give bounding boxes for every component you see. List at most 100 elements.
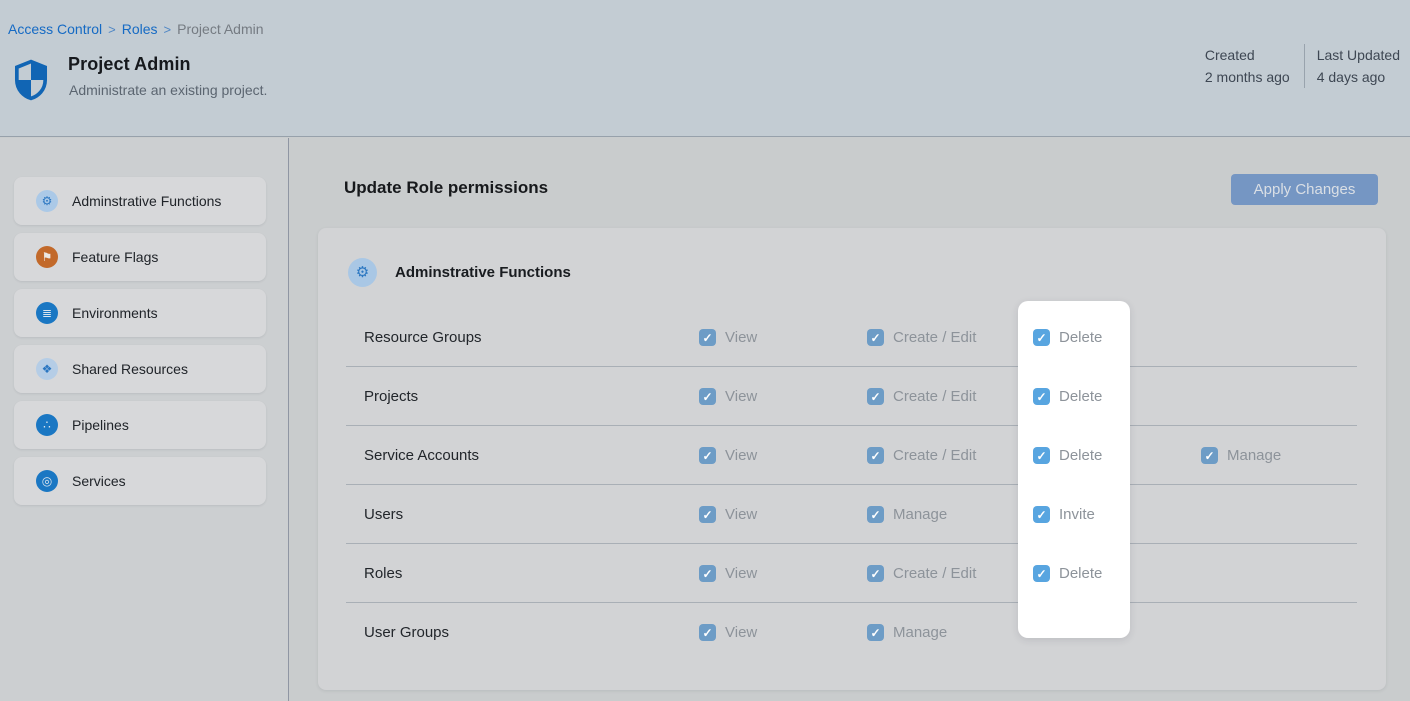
permission-cell: Delete (1033, 426, 1102, 485)
apply-changes-button[interactable]: Apply Changes (1231, 174, 1378, 205)
sidebar-item-environments[interactable]: ≣Environments (14, 289, 266, 337)
permission-label: Create / Edit (893, 388, 976, 405)
permission-cell: View (699, 367, 757, 426)
row-divider (346, 602, 1357, 603)
gear-icon: ⚙ (36, 190, 58, 212)
checkbox-create-edit[interactable] (867, 447, 884, 464)
permission-cell: Create / Edit (867, 426, 976, 485)
checkbox-invite[interactable] (1033, 506, 1050, 523)
permission-cell: Create / Edit (867, 544, 976, 603)
checkbox-delete[interactable] (1033, 329, 1050, 346)
breadcrumb-separator: > (164, 22, 172, 37)
permission-cell: Invite (1033, 485, 1095, 544)
checkbox-view[interactable] (699, 565, 716, 582)
card-title: Adminstrative Functions (395, 264, 571, 281)
permission-cell: Delete (1033, 367, 1102, 426)
sidebar-item-services[interactable]: ◎ Services (14, 457, 266, 505)
table-row-roles: Roles View Create / Edit Delete (318, 544, 1386, 603)
row-divider (346, 543, 1357, 544)
permission-cell: View (699, 603, 757, 662)
permission-label: Delete (1059, 388, 1102, 405)
permission-label: View (725, 329, 757, 346)
row-name: Service Accounts (364, 426, 479, 485)
checkbox-create-edit[interactable] (867, 329, 884, 346)
row-name: Roles (364, 544, 402, 603)
permission-label: Manage (893, 624, 947, 641)
main-content: Update Role permissions Apply Changes ⚙ … (290, 138, 1410, 701)
breadcrumb-item-roles[interactable]: Roles (122, 21, 158, 37)
permission-label: Delete (1059, 329, 1102, 346)
checkbox-manage[interactable] (867, 624, 884, 641)
card-header: ⚙ Adminstrative Functions (348, 258, 571, 287)
sidebar-item-label: Adminstrative Functions (72, 193, 221, 209)
permission-label: View (725, 506, 757, 523)
sidebar-item-label: Environments (72, 305, 158, 321)
sidebar-item-label: Feature Flags (72, 249, 158, 265)
created-meta: Created 2 months ago (1205, 44, 1304, 88)
shared-icon: ❖ (36, 358, 58, 380)
permission-label: View (725, 565, 757, 582)
row-name: User Groups (364, 603, 449, 662)
checkbox-view[interactable] (699, 388, 716, 405)
target-icon: ◎ (36, 470, 58, 492)
role-meta: Created 2 months ago Last Updated 4 days… (1205, 44, 1400, 88)
checkbox-manage[interactable] (1201, 447, 1218, 464)
created-value: 2 months ago (1205, 66, 1290, 88)
permission-label: View (725, 447, 757, 464)
updated-label: Last Updated (1317, 44, 1400, 66)
permission-cell: Create / Edit (867, 367, 976, 426)
checkbox-manage[interactable] (867, 506, 884, 523)
permission-cell: Create / Edit (867, 308, 976, 367)
checkbox-create-edit[interactable] (867, 388, 884, 405)
table-row-resource-groups: Resource Groups View Create / Edit Delete (318, 308, 1386, 367)
flag-icon: ⚑ (36, 246, 58, 268)
permission-cell: View (699, 426, 757, 485)
checkbox-delete[interactable] (1033, 388, 1050, 405)
table-row-projects: Projects View Create / Edit Delete (318, 367, 1386, 426)
permission-label: Create / Edit (893, 447, 976, 464)
permission-cell: View (699, 485, 757, 544)
permission-cell: Manage (1201, 426, 1281, 485)
breadcrumb-item-project-admin: Project Admin (177, 21, 263, 37)
checkbox-view[interactable] (699, 447, 716, 464)
permission-cell: Delete (1033, 544, 1102, 603)
created-label: Created (1205, 44, 1290, 66)
permission-label: Invite (1059, 506, 1095, 523)
checkbox-create-edit[interactable] (867, 565, 884, 582)
page-title: Project Admin (68, 54, 191, 75)
row-name: Resource Groups (364, 308, 482, 367)
sidebar-item-label: Shared Resources (72, 361, 188, 377)
permission-label: Delete (1059, 447, 1102, 464)
table-row-service-accounts: Service Accounts View Create / Edit Delete M… (318, 426, 1386, 485)
sidebar-item-label: Services (72, 473, 126, 489)
permission-label: Create / Edit (893, 565, 976, 582)
breadcrumb-item-access-control[interactable]: Access Control (8, 21, 102, 37)
sidebar-item-pipelines[interactable]: ∴ Pipelines (14, 401, 266, 449)
updated-value: 4 days ago (1317, 66, 1400, 88)
pipeline-icon: ∴ (36, 414, 58, 436)
permission-cell: Manage (867, 485, 947, 544)
permissions-table: Resource GroupsViewCreate / EditDeletePr… (318, 308, 1386, 662)
permission-label: Manage (1227, 447, 1281, 464)
permission-cell: Delete (1033, 308, 1102, 367)
permission-label: View (725, 388, 757, 405)
table-row-users: Users View Manage Invite (318, 485, 1386, 544)
table-row-user-groups: User Groups View Manage (318, 603, 1386, 662)
checkbox-view[interactable] (699, 329, 716, 346)
checkbox-view[interactable] (699, 506, 716, 523)
checkbox-view[interactable] (699, 624, 716, 641)
page-subtitle: Administrate an existing project. (69, 82, 267, 98)
sidebar-item-shared-resources[interactable]: ❖ Shared Resources (14, 345, 266, 393)
checkbox-delete[interactable] (1033, 565, 1050, 582)
page-header: Access Control>Roles>Project Admin Proje… (0, 0, 1410, 137)
checkbox-delete[interactable] (1033, 447, 1050, 464)
sidebar-item-label: Pipelines (72, 417, 129, 433)
row-name: Projects (364, 367, 418, 426)
sidebar-item-feature-flags[interactable]: ⚑ Feature Flags (14, 233, 266, 281)
permission-cell: View (699, 544, 757, 603)
sidebar-item-adminstrative-functions[interactable]: ⚙ Adminstrative Functions (14, 177, 266, 225)
breadcrumb: Access Control>Roles>Project Admin (8, 21, 264, 37)
permission-label: Create / Edit (893, 329, 976, 346)
gear-icon: ⚙ (348, 258, 377, 287)
row-name: Users (364, 485, 403, 544)
